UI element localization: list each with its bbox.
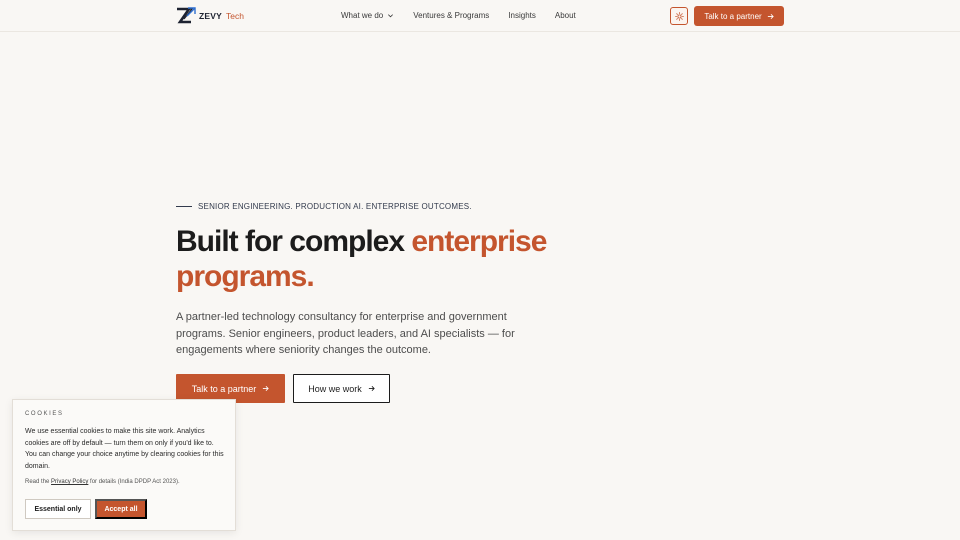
- hero-lead: A partner-led technology consultancy for…: [176, 311, 515, 356]
- nav-item-label: About: [554, 11, 576, 20]
- nav-item-label: Insights: [508, 11, 536, 20]
- brand-logo[interactable]: ZEVY Tech: [176, 7, 244, 25]
- primary-cta-label: Talk to a partner: [191, 383, 257, 394]
- header-talk-to-partner-button[interactable]: Talk to a partner: [694, 6, 784, 26]
- cookie-note-prefix: Read the: [25, 479, 52, 485]
- cookie-body: We use essential cookies to make this si…: [25, 428, 224, 470]
- hero-eyebrow: SENIOR ENGINEERING. PRODUCTION AI. ENTER…: [176, 202, 472, 211]
- secondary-cta-label: How we work: [308, 383, 362, 394]
- eyebrow-text: SENIOR ENGINEERING. PRODUCTION AI. ENTER…: [198, 202, 472, 211]
- cookie-note-suffix: for details (India DPDP Act 2023).: [88, 479, 180, 485]
- cookie-title: COOKIES: [25, 411, 64, 417]
- accept-all-button[interactable]: Accept all: [95, 499, 147, 519]
- sun-icon: [674, 11, 684, 21]
- brand-suffix: Tech: [226, 11, 244, 21]
- arrow-right-icon: [368, 386, 375, 391]
- header-cta-label: Talk to a partner: [704, 11, 762, 21]
- essential-only-button[interactable]: Essential only: [25, 499, 91, 519]
- arrow-right-icon: [263, 386, 270, 391]
- zevy-logo-icon: [177, 7, 196, 24]
- cookie-consent-panel: COOKIES We use essential cookies to make…: [12, 399, 236, 531]
- nav-item-label: Ventures & Programs: [413, 11, 490, 20]
- nav-item-ventures-programs[interactable]: Ventures & Programs: [413, 11, 489, 20]
- brand-name: ZEVY: [199, 11, 223, 21]
- eyebrow-rule: [176, 206, 192, 207]
- chevron-down-icon: [388, 14, 394, 18]
- nav-item-about[interactable]: About: [555, 11, 576, 20]
- arrow-right-icon: [767, 13, 774, 19]
- privacy-policy-link[interactable]: Privacy Policy: [51, 479, 88, 485]
- site-header: ZEVY Tech What we do Ventures & Programs…: [0, 0, 960, 32]
- nav-item-what-we-do[interactable]: What we do: [341, 11, 394, 20]
- theme-toggle-button[interactable]: [670, 7, 688, 25]
- nav-item-insights[interactable]: Insights: [508, 11, 536, 20]
- nav-item-label: What we do: [341, 11, 384, 20]
- hero-how-we-work-button[interactable]: How we work: [293, 374, 390, 403]
- hero-headline: Built for complex enterprise programs.: [176, 224, 596, 294]
- main-nav: What we do Ventures & Programs Insights …: [341, 11, 576, 20]
- cookie-note: Read the Privacy Policy for details (Ind…: [25, 479, 235, 485]
- headline-plain: Built for complex: [176, 225, 412, 258]
